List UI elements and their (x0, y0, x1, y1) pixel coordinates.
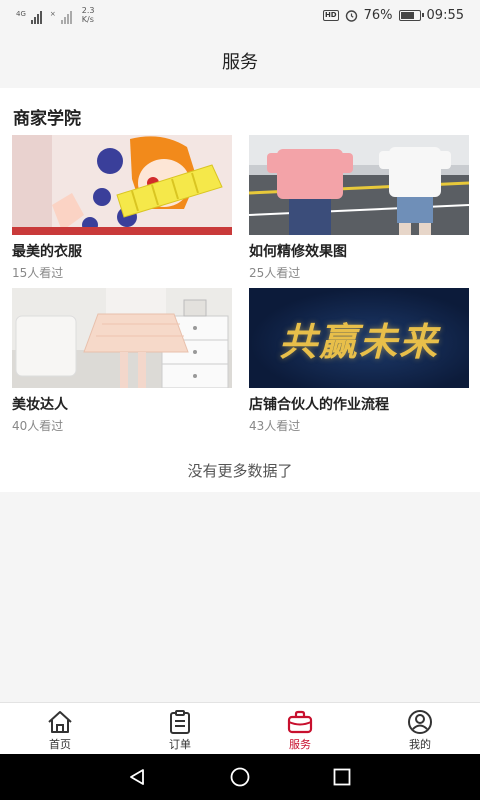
page-header: 服务 (0, 34, 480, 88)
course-views: 43人看过 (249, 419, 301, 433)
page-title: 服务 (222, 52, 258, 73)
course-card[interactable]: 共赢未来 店铺合伙人的作业流程 43人看过 (249, 288, 469, 434)
merchant-academy-section: 商家学院 最美的衣服 15人看过 如何精修效果图 25人看过 美妆达人 40人看… (0, 88, 480, 492)
course-name: 店铺合伙人的作业流程 (249, 397, 389, 413)
hd-icon: HD (322, 10, 339, 21)
bag-icon (287, 710, 313, 734)
battery-percent: 76% (363, 8, 393, 23)
course-views: 15人看过 (12, 266, 64, 280)
tab-home[interactable]: 首页 (0, 703, 120, 754)
network-type: 4G (16, 10, 26, 18)
clock: 09:55 (426, 8, 464, 23)
course-name: 美妆达人 (12, 397, 68, 413)
network-speed-value: 2.3 (81, 6, 95, 15)
course-thumbnail (12, 288, 232, 388)
tab-mine[interactable]: 我的 (360, 703, 480, 754)
tab-label: 首页 (49, 738, 71, 751)
no-more-data-text: 没有更多数据了 (187, 462, 293, 480)
course-thumbnail (12, 135, 232, 235)
battery-icon (398, 10, 424, 21)
battery-fill (400, 12, 414, 19)
tab-label: 我的 (409, 738, 431, 751)
recents-icon[interactable] (332, 767, 352, 787)
course-thumbnail: 共赢未来 (249, 288, 469, 388)
signal-icon-2 (60, 10, 72, 24)
network-speed: 2.3 K/s (82, 6, 95, 24)
system-nav-bar (0, 754, 480, 800)
alarm-icon (345, 10, 357, 22)
status-right: HD 76% 09:55 (322, 8, 464, 23)
home-nav-icon[interactable] (229, 767, 251, 787)
status-bar: 4G × 2.3 K/s HD 76% 09:55 (0, 0, 480, 34)
course-banner-text: 共赢未来 (278, 318, 439, 364)
tab-service[interactable]: 服务 (240, 703, 360, 754)
course-views: 25人看过 (249, 266, 301, 280)
person-icon (408, 710, 432, 734)
home-icon (48, 711, 72, 733)
tab-label: 服务 (289, 738, 311, 751)
section-title: 商家学院 (13, 109, 81, 129)
course-card[interactable]: 如何精修效果图 25人看过 (249, 135, 469, 281)
clipboard-icon (170, 710, 190, 734)
signal-icon (30, 10, 42, 24)
course-card[interactable]: 最美的衣服 15人看过 (12, 135, 232, 281)
course-thumbnail (249, 135, 469, 235)
bottom-tab-bar: 首页 订单 服务 我的 (0, 702, 480, 754)
network-speed-unit: K/s (81, 15, 94, 24)
course-card[interactable]: 美妆达人 40人看过 (12, 288, 232, 434)
back-icon[interactable] (127, 767, 147, 787)
course-views: 40人看过 (12, 419, 64, 433)
tab-label: 订单 (169, 738, 191, 751)
status-left: 4G × 2.3 K/s (16, 6, 95, 24)
course-name: 最美的衣服 (12, 244, 82, 260)
tab-orders[interactable]: 订单 (120, 703, 240, 754)
course-name: 如何精修效果图 (249, 244, 347, 260)
no-signal-mark: × (49, 10, 56, 18)
